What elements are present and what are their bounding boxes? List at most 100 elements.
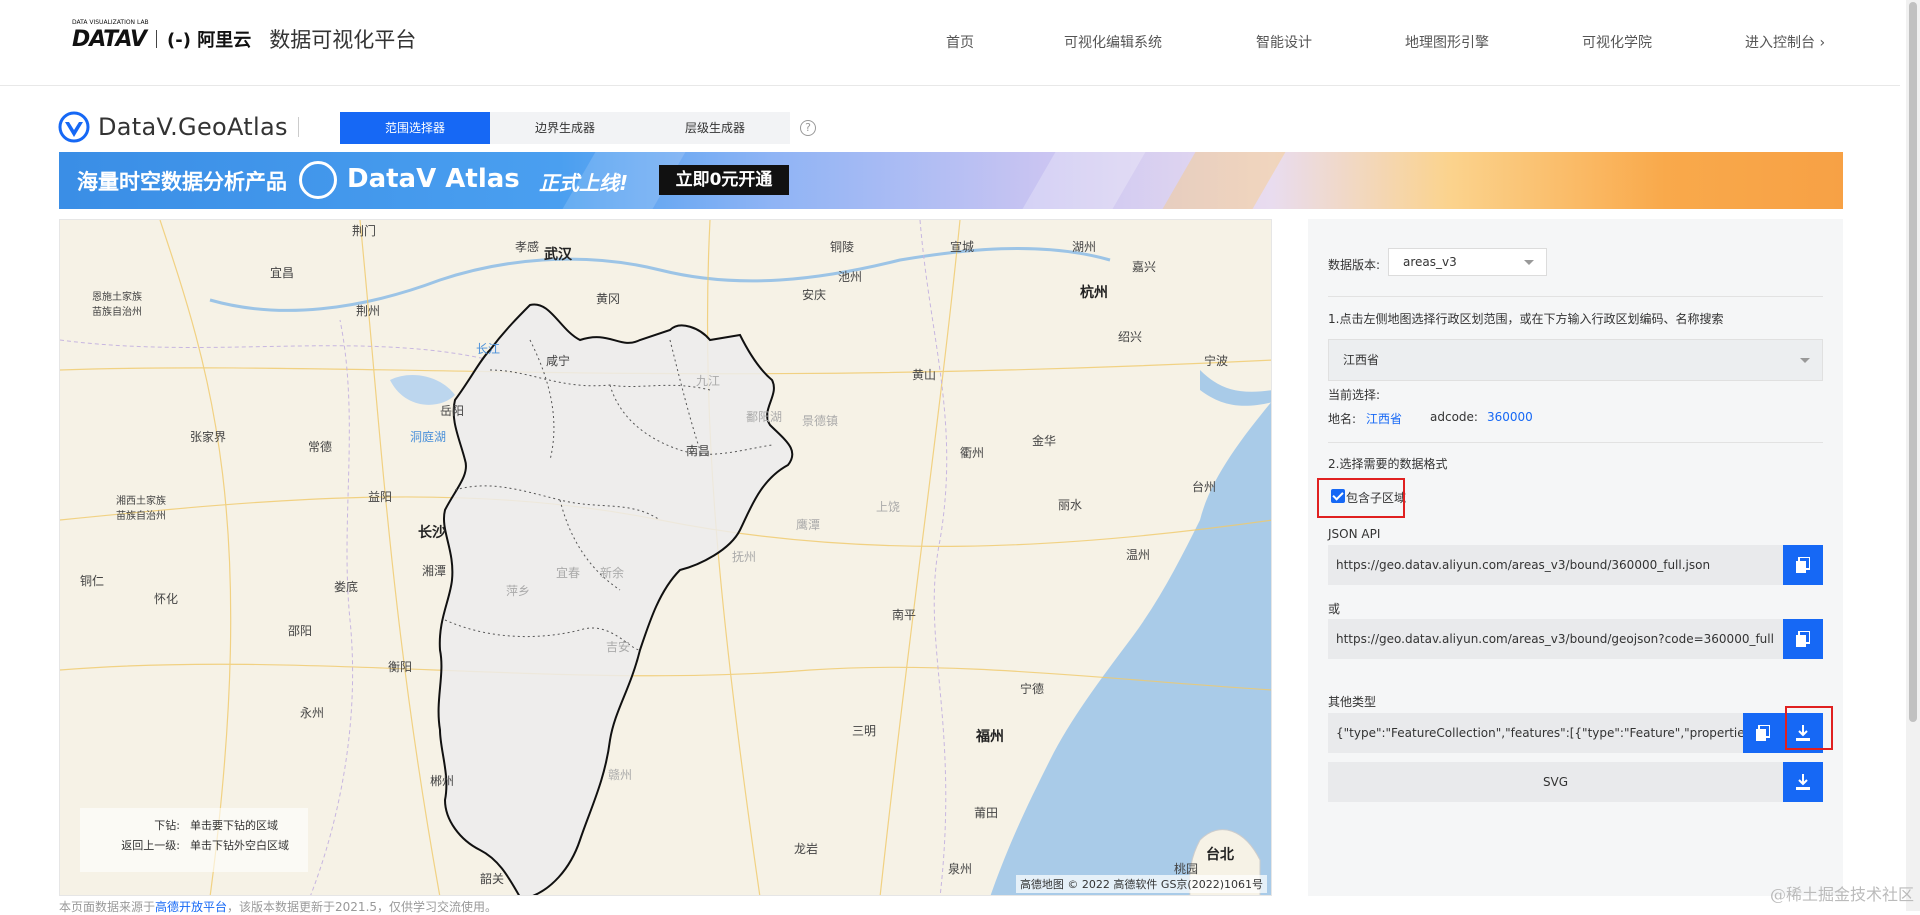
city-label: 南昌 [686,442,710,459]
data-source-note: 本页面数据来源于高德开放平台，该版本数据更新于2021.5，仅供学习交流使用。 [59,898,497,915]
region-value: 江西省 [1343,353,1379,367]
city-label: 常德 [308,438,332,455]
river-label: 长江 [476,340,500,357]
version-label: 数据版本: [1328,256,1380,273]
city-label: 湘西土家族 苗族自治州 [116,492,196,522]
map-canvas[interactable]: 荆门 孝感 武汉 铜陵 宣城 湖州 嘉兴 宜昌 恩施土家族 苗族自治州 荆州 黄… [59,219,1272,896]
city-label: 铜仁 [80,572,104,589]
download-svg-button[interactable] [1783,762,1823,802]
place-name-label: 地名: [1328,410,1356,427]
city-label: 景德镇 [802,412,838,429]
adcode-value[interactable]: 360000 [1487,410,1533,424]
city-label-hangzhou: 杭州 [1080,282,1108,302]
copy-json-api-button[interactable] [1783,545,1823,585]
city-label: 孝感 [515,238,539,255]
datav-logo[interactable]: DATA VISUALIZATION LABDATAV (-) 阿里云 数据可视… [72,24,416,54]
map-attribution: 高德地图 © 2022 高德软件 GS京(2022)1061号 [1016,875,1267,893]
divider [1328,442,1823,443]
highlight-box [1317,478,1405,518]
nav-home[interactable]: 首页 [946,32,974,52]
download-icon [1796,774,1810,790]
geojson-content-field[interactable]: {"type":"FeatureCollection","features":[… [1328,713,1743,753]
chevron-down-icon [1800,358,1810,363]
city-label: 宜春 [556,564,580,581]
nav-visual-editor[interactable]: 可视化编辑系统 [1064,32,1162,52]
logo-subtitle: DATA VISUALIZATION LAB [72,19,149,26]
city-label-changsha: 长沙 [418,522,446,542]
city-label: 衡阳 [388,658,412,675]
copy-geojson-button[interactable] [1783,619,1823,659]
banner-cta-button[interactable]: 立即0元开通 [659,165,789,195]
city-label-fuzhou: 福州 [976,726,1004,746]
or-label: 或 [1328,600,1340,617]
lake-label: 洞庭湖 [410,428,446,445]
help-icon[interactable]: ? [800,120,816,136]
geojson-url-field[interactable]: https://geo.datav.aliyun.com/areas_v3/bo… [1328,619,1783,659]
geoatlas-logo-icon [58,111,90,143]
tab-range-selector[interactable]: 范围选择器 [340,112,490,144]
city-label: 绍兴 [1118,328,1142,345]
dongting-lake [390,375,455,405]
city-label: 莆田 [974,804,998,821]
city-label: 恩施土家族 苗族自治州 [92,288,162,318]
tab-boundary-generator[interactable]: 边界生成器 [490,112,640,144]
jiangxi-province-outline [439,304,793,896]
product-name: DataV.GeoAtlas [98,113,288,141]
city-label: 宁德 [1020,680,1044,697]
place-name-value[interactable]: 江西省 [1366,410,1402,427]
city-label: 郴州 [430,772,454,789]
bay-area [1200,370,1272,406]
copy-geojson-content-button[interactable] [1743,713,1783,753]
city-label: 怀化 [154,590,178,607]
version-select[interactable]: areas_v3 [1388,248,1547,276]
city-label-taibei: 台北 [1206,844,1234,864]
map-help-box: 下钻: 单击要下钻的区域 返回上一级:单击下钻外空白区域 [80,808,308,872]
watermark: @稀土掘金技术社区 [1770,881,1914,905]
copy-icon [1756,725,1770,741]
city-label: 鹰潭 [796,516,820,533]
json-api-label: JSON API [1328,527,1380,541]
other-types-label: 其他类型 [1328,693,1376,710]
city-label: 娄底 [334,578,358,595]
city-label: 泉州 [948,860,972,877]
city-label: 咸宁 [546,352,570,369]
city-label: 九江 [696,372,720,389]
city-label: 宜昌 [270,264,294,281]
help-row: 返回上一级:单击下钻外空白区域 [90,836,298,856]
city-label: 金华 [1032,432,1056,449]
nav-geo-engine[interactable]: 地理图形引擎 [1405,32,1489,52]
city-label: 永州 [300,704,324,721]
top-navigation: DATA VISUALIZATION LABDATAV (-) 阿里云 数据可视… [0,0,1900,86]
help-drilldown-key: 下钻: [90,816,180,836]
adcode-label: adcode: [1430,410,1478,424]
help-row: 下钻: 单击要下钻的区域 [90,816,298,836]
city-label: 黄冈 [596,290,620,307]
page-scrollbar[interactable] [1906,0,1920,911]
footer-suffix: ，该版本数据更新于2021.5，仅供学习交流使用。 [227,900,497,914]
amap-link[interactable]: 高德开放平台 [155,900,227,914]
json-api-url-field[interactable]: https://geo.datav.aliyun.com/areas_v3/bo… [1328,545,1783,585]
city-label: 池州 [838,268,862,285]
region-search-select[interactable]: 江西省 [1328,339,1823,381]
scrollbar-thumb[interactable] [1909,2,1917,722]
step1-instruction: 1.点击左侧地图选择行政区划范围，或在下方输入行政区划编码、名称搜索 [1328,310,1723,327]
help-drilldown-value: 单击要下钻的区域 [190,816,278,836]
banner-headline: 海量时空数据分析产品 [77,166,287,196]
city-label: 嘉兴 [1132,258,1156,275]
svg-field[interactable]: SVG [1328,762,1783,802]
city-label: 萍乡 [506,582,530,599]
nav-academy[interactable]: 可视化学院 [1582,32,1652,52]
city-label: 上饶 [876,498,900,515]
nav-console[interactable]: 进入控制台 › [1745,32,1825,52]
highlight-box [1785,706,1833,750]
promo-banner[interactable]: 海量时空数据分析产品 DataV Atlas 正式上线! 立即0元开通 [59,152,1843,209]
aliyun-logo: (-) 阿里云 [167,26,251,52]
city-label: 温州 [1126,546,1150,563]
city-label: 邵阳 [288,622,312,639]
product-brand[interactable]: DataV.GeoAtlas [58,110,299,144]
city-label: 龙岩 [794,840,818,857]
logo-divider [156,30,157,48]
tab-level-generator[interactable]: 层级生成器 [640,112,790,144]
nav-smart-design[interactable]: 智能设计 [1256,32,1312,52]
city-label: 荆门 [352,222,376,239]
